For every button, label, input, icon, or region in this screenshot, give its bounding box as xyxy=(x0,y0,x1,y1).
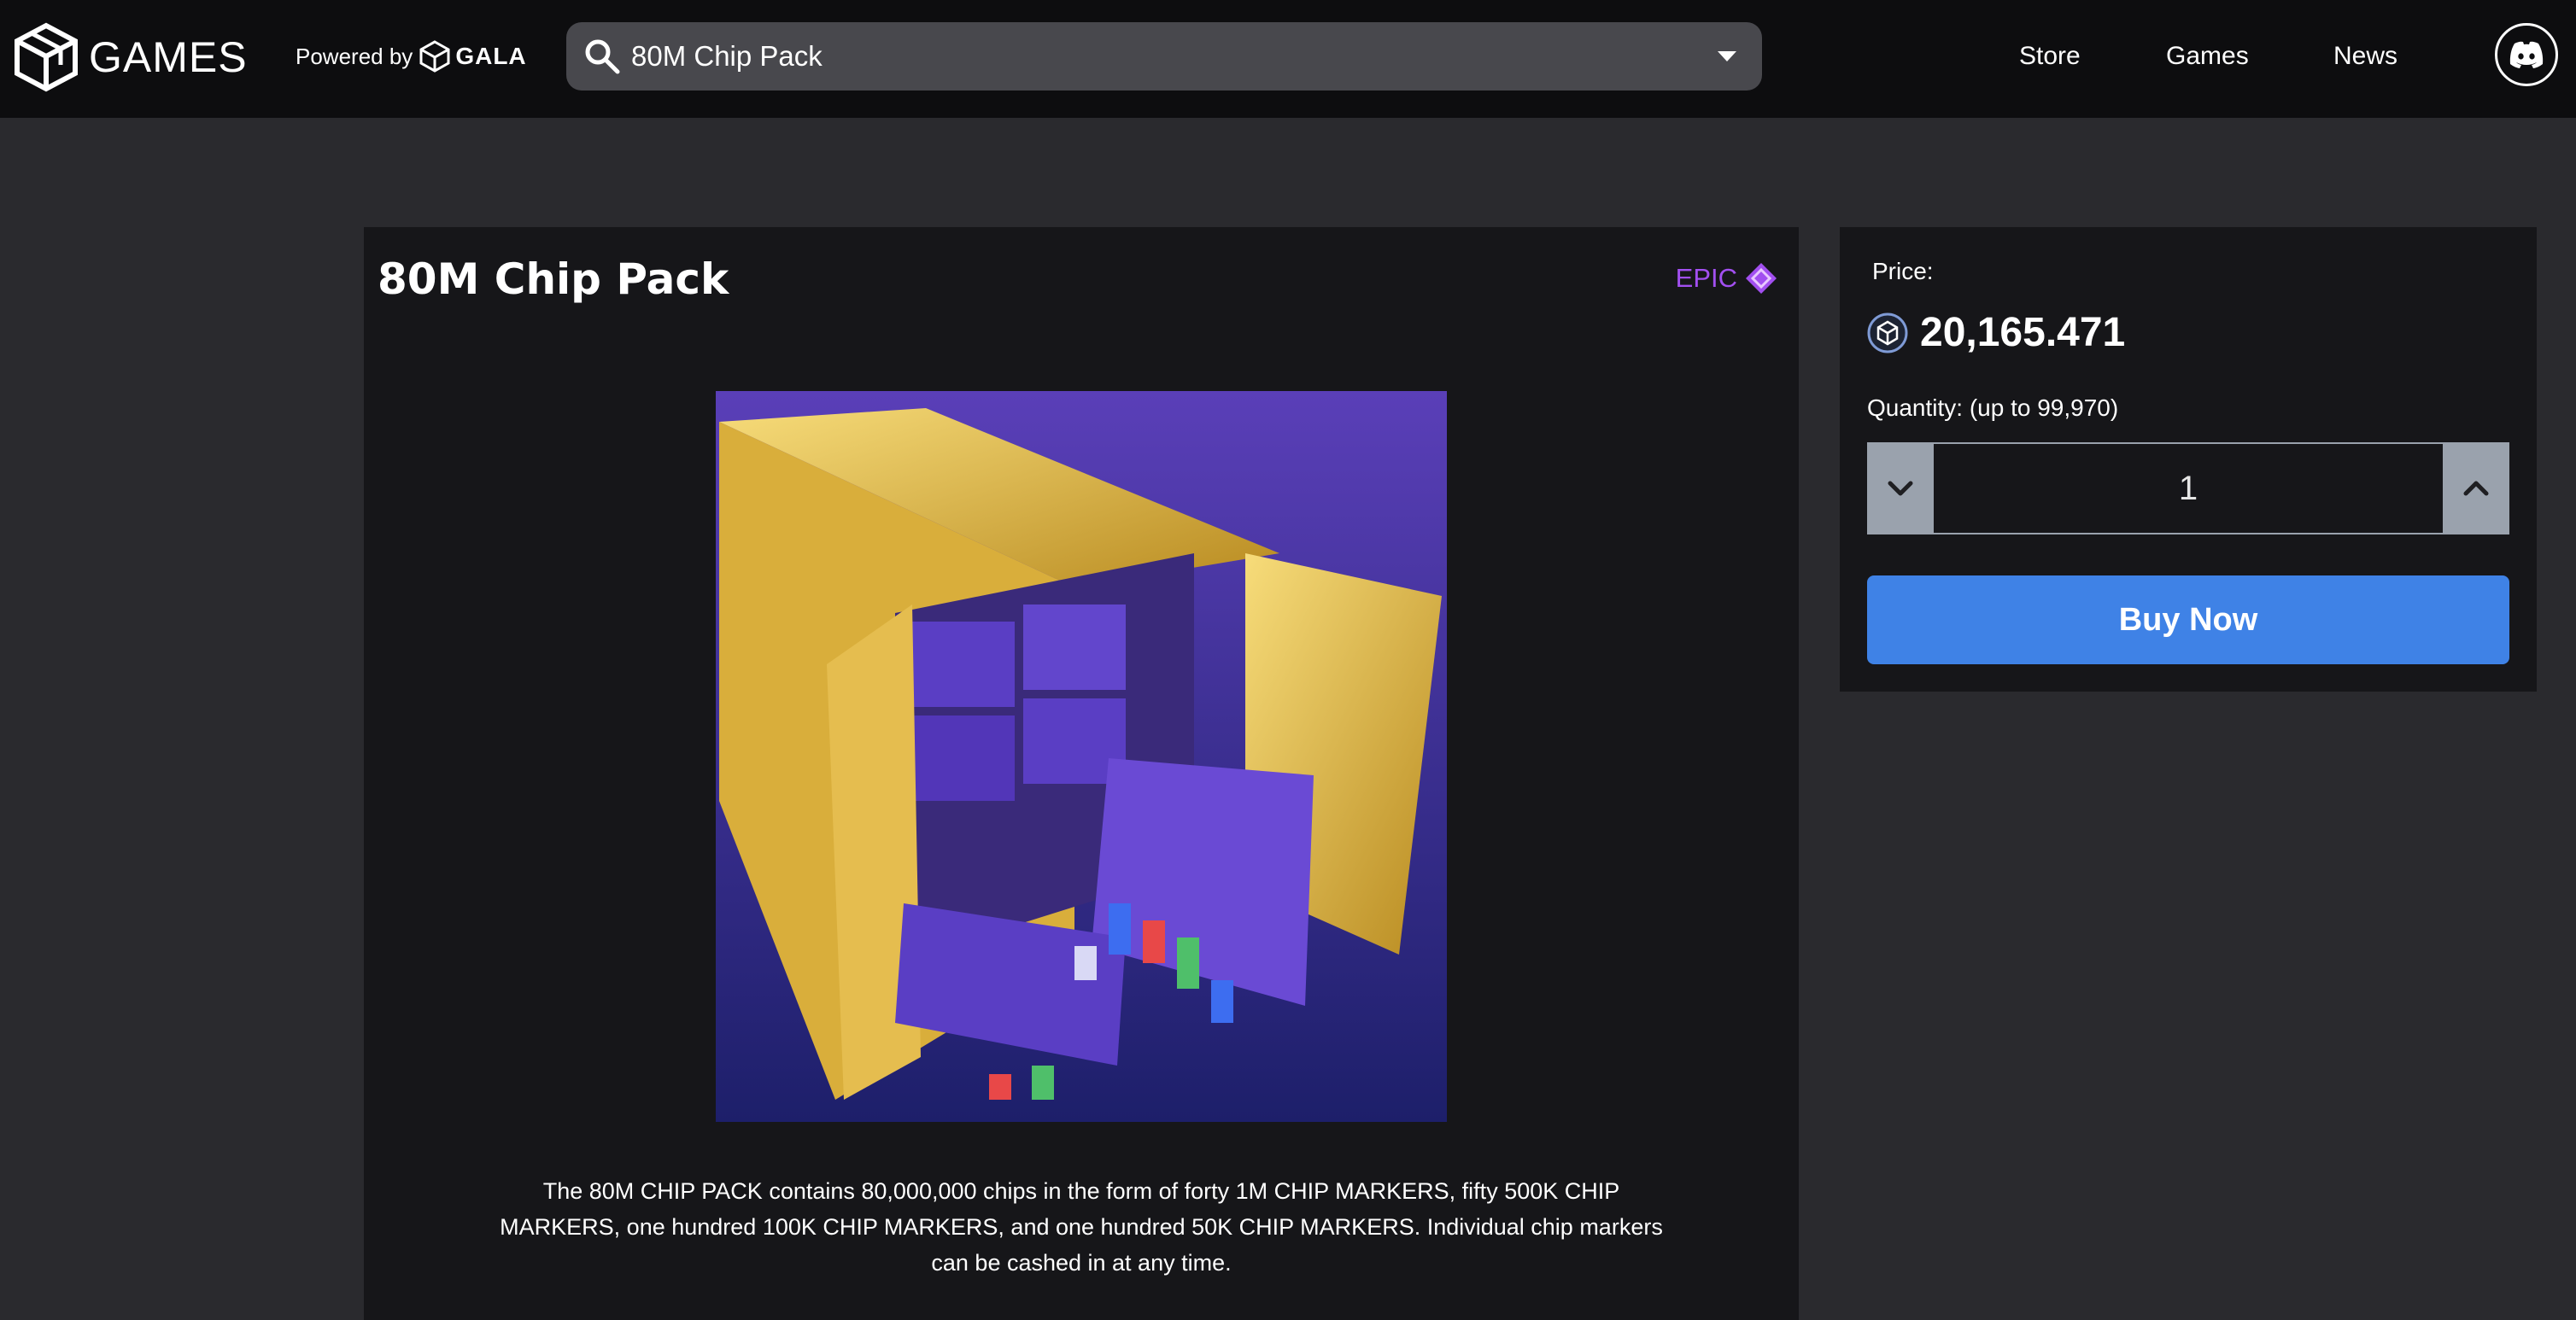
discord-button[interactable] xyxy=(2495,23,2558,86)
gala-cube-icon xyxy=(15,22,78,92)
powered-by[interactable]: Powered by GALA xyxy=(296,38,527,75)
powered-by-label: Powered by xyxy=(296,43,413,69)
nav-store-link[interactable]: Store xyxy=(2019,38,2081,75)
product-panel: 80M Chip Pack EPIC The 80M CHIP PACK con… xyxy=(364,227,1799,1320)
price-row: 20,165.471 xyxy=(1867,309,2125,356)
product-image xyxy=(716,391,1447,1122)
chevron-down-icon xyxy=(1888,481,1913,496)
dropdown-caret-icon[interactable] xyxy=(1718,51,1736,61)
rarity-badge: EPIC xyxy=(1676,261,1778,295)
nav-news-link[interactable]: News xyxy=(2333,38,2397,75)
purchase-panel: Price: 20,165.471 Quantity: (up to 99,97… xyxy=(1840,227,2537,692)
search-input[interactable]: 80M Chip Pack xyxy=(631,40,1718,73)
product-description: The 80M CHIP PACK contains 80,000,000 ch… xyxy=(500,1178,1663,1276)
price-value: 20,165.471 xyxy=(1920,310,2126,355)
discord-icon xyxy=(2509,41,2544,68)
games-logo[interactable]: GAMES xyxy=(14,22,248,92)
gala-brand-text: GALA xyxy=(455,43,527,69)
logo-text: GAMES xyxy=(89,33,248,81)
product-title: 80M Chip Pack xyxy=(378,254,729,304)
search-icon xyxy=(585,39,620,74)
top-header: GAMES Powered by GALA 80M Chip Pack Stor… xyxy=(0,0,2576,118)
buy-now-button[interactable]: Buy Now xyxy=(1867,575,2509,664)
increase-quantity-button[interactable] xyxy=(2443,442,2509,534)
nav-games-link[interactable]: Games xyxy=(2166,38,2249,75)
chevron-up-icon xyxy=(2463,481,2489,496)
gala-cube-icon xyxy=(419,40,450,73)
price-label: Price: xyxy=(1872,258,1934,284)
gala-coin-icon xyxy=(1867,312,1908,353)
decrease-quantity-button[interactable] xyxy=(1867,442,1934,534)
quantity-stepper: 1 xyxy=(1867,442,2509,534)
quantity-input[interactable]: 1 xyxy=(1934,442,2443,534)
rarity-label: EPIC xyxy=(1675,263,1737,293)
search-bar[interactable]: 80M Chip Pack xyxy=(566,22,1762,91)
diamond-icon xyxy=(1746,263,1777,294)
quantity-label: Quantity: (up to 99,970) xyxy=(1867,394,2119,421)
